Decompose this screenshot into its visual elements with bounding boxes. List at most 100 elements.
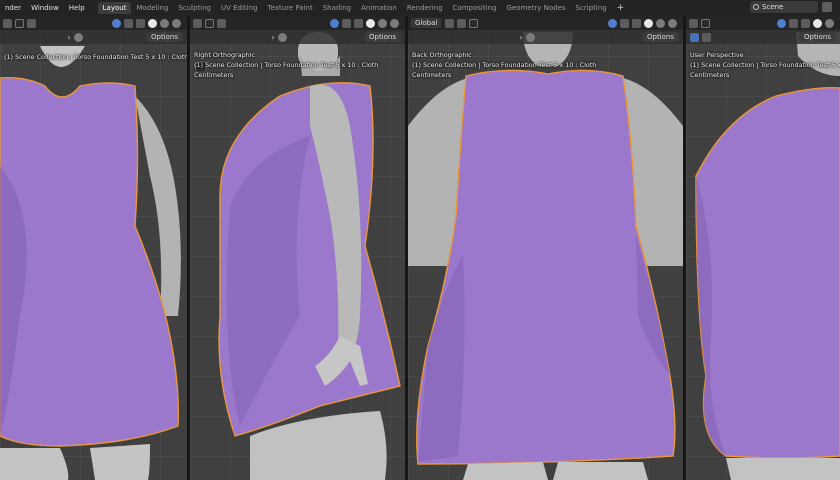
viewport-subheader: Options <box>686 30 840 44</box>
transform-orientation-dropdown[interactable]: Global <box>411 18 442 28</box>
rendered-shading-icon[interactable] <box>172 18 181 28</box>
scene-name: Scene <box>762 3 784 11</box>
snap-icon[interactable] <box>457 18 467 28</box>
cursor-icon[interactable] <box>3 18 12 28</box>
tab-rendering[interactable]: Rendering <box>402 2 448 14</box>
overlay-icon[interactable] <box>342 18 351 28</box>
cursor-icon[interactable] <box>689 18 698 28</box>
material-preview-icon[interactable] <box>525 32 535 42</box>
view-name: User Perspective <box>690 51 744 59</box>
pivot-icon[interactable] <box>205 18 214 28</box>
rendered-shading-icon[interactable] <box>390 18 399 28</box>
view-layer-icon[interactable] <box>822 2 832 12</box>
viewport-gizmo-icon[interactable] <box>112 18 121 28</box>
proportional-edit-icon[interactable] <box>469 18 479 28</box>
chevron-right-icon[interactable]: › <box>519 33 522 42</box>
xray-icon[interactable] <box>354 18 363 28</box>
viewport-gizmo-icon[interactable] <box>777 18 786 28</box>
select-mode-icon[interactable] <box>702 32 711 42</box>
rendered-shading-icon[interactable] <box>668 18 677 28</box>
collection-info: (1) Scene Collection | Torso Foundation … <box>690 61 840 69</box>
cloth-perspective <box>695 87 840 459</box>
options-button[interactable]: Options <box>145 32 183 42</box>
side-view-render <box>195 32 401 480</box>
select-tool-icon[interactable] <box>690 32 699 42</box>
material-preview-icon[interactable] <box>73 32 83 42</box>
overlay-icon[interactable] <box>124 18 133 28</box>
viewport-header <box>686 16 840 30</box>
add-workspace-button[interactable]: + <box>612 1 630 15</box>
viewport-info: Right Orthographic (1) Scene Collection … <box>194 50 378 80</box>
workspace-tabs: Layout Modeling Sculpting UV Editing Tex… <box>97 1 630 15</box>
pivot-icon[interactable] <box>15 18 24 28</box>
xray-icon[interactable] <box>801 18 810 28</box>
leg <box>726 458 840 480</box>
tab-uv-editing[interactable]: UV Editing <box>216 2 263 14</box>
viewport-subheader: › Options <box>190 30 405 44</box>
overlay-icon[interactable] <box>789 18 798 28</box>
tab-modeling[interactable]: Modeling <box>131 2 173 14</box>
viewport-gizmo-icon[interactable] <box>608 18 617 28</box>
pivot-icon[interactable] <box>701 18 710 28</box>
units-info: Centimeters <box>194 71 234 79</box>
viewport-header <box>190 16 405 30</box>
viewport-right[interactable]: › Options Right Orthographic (1) Scene C… <box>190 16 405 480</box>
viewport-perspective[interactable]: Options User Perspective (1) Scene Colle… <box>686 16 840 480</box>
scene-icon <box>753 4 759 10</box>
xray-icon[interactable] <box>632 18 641 28</box>
legs <box>463 462 548 480</box>
material-shading-icon[interactable] <box>656 18 665 28</box>
collection-info: (1) Scene Collection | Torso Foundation … <box>4 53 187 61</box>
viewport-back[interactable]: Global › Options Back Orthographic (1) S… <box>408 16 683 480</box>
pivot-icon[interactable] <box>445 18 455 28</box>
viewport-subheader: › Options <box>0 30 187 44</box>
material-shading-icon[interactable] <box>160 18 169 28</box>
viewport-gizmo-icon[interactable] <box>330 18 339 28</box>
tab-shading[interactable]: Shading <box>318 2 356 14</box>
view-name: Back Orthographic <box>412 51 472 59</box>
solid-shading-icon[interactable] <box>148 18 157 28</box>
tab-scripting[interactable]: Scripting <box>571 2 612 14</box>
menu-help[interactable]: Help <box>64 4 90 12</box>
main-menu: nder Window Help <box>0 4 90 12</box>
viewport-subheader: › Options <box>408 30 683 44</box>
solid-shading-icon[interactable] <box>644 18 653 28</box>
cursor-icon[interactable] <box>193 18 202 28</box>
chevron-right-icon[interactable]: › <box>67 33 70 42</box>
tab-animation[interactable]: Animation <box>356 2 402 14</box>
xray-icon[interactable] <box>136 18 145 28</box>
snap-icon[interactable] <box>217 18 226 28</box>
scene-selector: Scene <box>750 1 832 13</box>
snap-icon[interactable] <box>27 18 36 28</box>
tab-compositing[interactable]: Compositing <box>448 2 502 14</box>
menu-window[interactable]: Window <box>26 4 64 12</box>
tab-geometry-nodes[interactable]: Geometry Nodes <box>501 2 570 14</box>
viewport-info: Back Orthographic (1) Scene Collection |… <box>412 50 596 80</box>
options-button[interactable]: Options <box>363 32 401 42</box>
viewport-info: User Perspective (1) Scene Collection | … <box>690 50 840 80</box>
tab-layout[interactable]: Layout <box>97 2 132 14</box>
collection-info: (1) Scene Collection | Torso Foundation … <box>194 61 379 69</box>
menu-render[interactable]: nder <box>0 4 26 12</box>
view-name: Right Orthographic <box>194 51 255 59</box>
viewport-header: Global <box>408 16 683 30</box>
material-shading-icon[interactable] <box>378 18 387 28</box>
back-view-render <box>408 32 683 480</box>
overlay-icon[interactable] <box>620 18 629 28</box>
front-view-render <box>0 46 181 480</box>
scene-field[interactable]: Scene <box>750 1 818 13</box>
units-info: Centimeters <box>690 71 730 79</box>
solid-shading-icon[interactable] <box>813 18 822 28</box>
legs <box>0 448 69 480</box>
options-button[interactable]: Options <box>641 32 679 42</box>
chevron-right-icon[interactable]: › <box>271 33 274 42</box>
options-button[interactable]: Options <box>798 32 836 42</box>
viewport-front[interactable]: › Options (1) Scene Collection | Torso F… <box>0 16 187 480</box>
tab-sculpting[interactable]: Sculpting <box>173 2 216 14</box>
viewport-info: (1) Scene Collection | Torso Foundation … <box>4 52 187 62</box>
solid-shading-icon[interactable] <box>366 18 375 28</box>
material-preview-icon[interactable] <box>277 32 287 42</box>
top-menu-bar: nder Window Help Layout Modeling Sculpti… <box>0 0 840 16</box>
material-shading-icon[interactable] <box>825 18 834 28</box>
tab-texture-paint[interactable]: Texture Paint <box>263 2 318 14</box>
